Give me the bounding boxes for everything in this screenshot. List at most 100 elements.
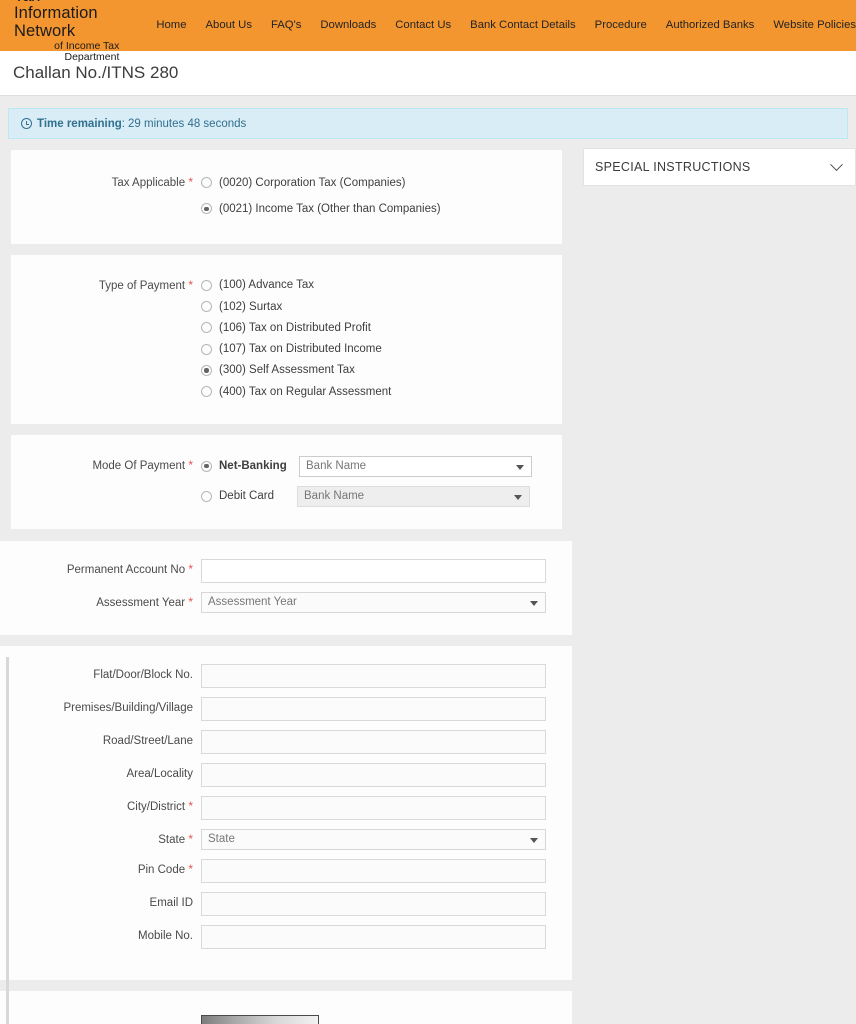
sidebar-column: SPECIAL INSTRUCTIONS bbox=[572, 139, 856, 186]
assessment-year-placeholder: Assessment Year bbox=[208, 596, 297, 609]
address-row: Road/Street/Lane bbox=[0, 729, 572, 754]
chevron-down-icon bbox=[530, 837, 538, 843]
radio-option-advance-tax[interactable]: (100) Advance Tax bbox=[201, 275, 391, 296]
site-logo[interactable]: Tax Information Network of Income Tax De… bbox=[0, 0, 120, 63]
nav-item-home[interactable]: Home bbox=[156, 19, 186, 31]
radio-icon[interactable] bbox=[201, 279, 212, 291]
address-field-label: Email ID bbox=[0, 892, 201, 909]
required-marker: * bbox=[188, 277, 193, 292]
radio-icon-selected[interactable] bbox=[201, 203, 212, 215]
nav-item-procedure[interactable]: Procedure bbox=[595, 19, 647, 31]
brand-secondary-title: of Income Tax Department bbox=[54, 39, 120, 63]
radio-option-tax-on-regular-assessment[interactable]: (400) Tax on Regular Assessment bbox=[201, 381, 391, 402]
session-timer-banner: Time remaining: 29 minutes 48 seconds bbox=[8, 108, 848, 139]
address-field-label-text: Mobile No. bbox=[138, 929, 193, 942]
chevron-down-icon bbox=[514, 494, 522, 500]
tax-applicable-options: (0020) Corporation Tax (Companies) (0021… bbox=[201, 172, 441, 220]
radio-option-corporation-tax[interactable]: (0020) Corporation Tax (Companies) bbox=[201, 172, 441, 193]
radio-option-self-assessment-tax[interactable]: (300) Self Assessment Tax bbox=[201, 360, 391, 381]
radio-option-label: (400) Tax on Regular Assessment bbox=[219, 385, 392, 398]
address-field-label: Mobile No. bbox=[0, 925, 201, 942]
required-marker: * bbox=[188, 561, 193, 576]
pan-assessment-card: Permanent Account No * Assessment Year *… bbox=[0, 540, 572, 635]
address-field-label-text: Area/Locality bbox=[126, 767, 193, 780]
clock-icon bbox=[21, 118, 32, 129]
special-instructions-accordion[interactable]: SPECIAL INSTRUCTIONS bbox=[583, 148, 856, 186]
nav-item-downloads[interactable]: Downloads bbox=[320, 19, 376, 31]
radio-option-tax-on-distributed-profit[interactable]: (106) Tax on Distributed Profit bbox=[201, 317, 391, 338]
address-row: State * State bbox=[0, 828, 572, 850]
radio-icon[interactable] bbox=[201, 386, 212, 398]
mode-of-payment-label-text: Mode Of Payment bbox=[92, 460, 186, 473]
address-field-input[interactable] bbox=[201, 663, 546, 688]
required-marker: * bbox=[188, 831, 193, 846]
address-field-input[interactable] bbox=[201, 696, 546, 721]
radio-icon[interactable] bbox=[201, 343, 212, 355]
address-field-input[interactable] bbox=[201, 924, 546, 949]
page-body: Time remaining: 29 minutes 48 seconds Ta… bbox=[0, 96, 856, 1024]
nav-item-about-us[interactable]: About Us bbox=[206, 19, 252, 31]
nav-item-website-policies[interactable]: Website Policies bbox=[773, 19, 856, 31]
nav-item-bank-contact-details[interactable]: Bank Contact Details bbox=[470, 19, 576, 31]
address-field-label-text: Road/Street/Lane bbox=[102, 734, 193, 747]
radio-option-label: (0020) Corporation Tax (Companies) bbox=[219, 176, 406, 189]
timer-value: 29 minutes 48 seconds bbox=[128, 117, 247, 130]
nav-item-contact-us[interactable]: Contact Us bbox=[395, 19, 451, 31]
timer-label: Time remaining bbox=[37, 117, 122, 130]
address-field-label-text: Premises/Building/Village bbox=[63, 701, 193, 714]
radio-icon[interactable] bbox=[201, 177, 212, 189]
captcha-image: PFWR7 bbox=[201, 1014, 319, 1024]
assessment-year-select[interactable]: Assessment Year bbox=[201, 591, 546, 613]
required-marker: * bbox=[188, 798, 193, 813]
radio-option-surtax[interactable]: (102) Surtax bbox=[201, 296, 391, 317]
radio-icon-selected[interactable] bbox=[201, 364, 212, 376]
address-field-input[interactable] bbox=[201, 891, 546, 916]
radio-icon[interactable] bbox=[201, 490, 212, 502]
address-card: Flat/Door/Block No. Premises/Building/Vi… bbox=[0, 645, 572, 980]
address-field-input[interactable] bbox=[201, 762, 546, 787]
address-field-label-text: Flat/Door/Block No. bbox=[93, 668, 193, 681]
radio-icon-selected[interactable] bbox=[201, 460, 212, 472]
debitcard-bank-select[interactable]: Bank Name bbox=[297, 485, 530, 507]
radio-icon[interactable] bbox=[201, 301, 212, 313]
address-field-input[interactable] bbox=[201, 729, 546, 754]
scroll-rail bbox=[6, 657, 9, 1024]
address-row: Email ID bbox=[0, 891, 572, 916]
pan-label: Permanent Account No * bbox=[0, 559, 201, 576]
chevron-down-icon[interactable] bbox=[830, 157, 843, 171]
radio-option-debit-card[interactable]: Debit Card bbox=[201, 486, 299, 507]
required-marker: * bbox=[188, 175, 193, 189]
radio-option-income-tax[interactable]: (0021) Income Tax (Other than Companies) bbox=[201, 198, 441, 219]
debitcard-bank-placeholder: Bank Name bbox=[304, 490, 365, 503]
address-row: City/District * bbox=[0, 795, 572, 820]
type-of-payment-card: Type of Payment * (100) Advance Tax (102… bbox=[11, 254, 562, 425]
required-marker: * bbox=[188, 594, 193, 609]
state-select-value: State bbox=[208, 833, 235, 846]
address-row: Mobile No. bbox=[0, 924, 572, 949]
page-title-bar: Challan No./ITNS 280 bbox=[0, 51, 856, 96]
pan-input[interactable] bbox=[201, 558, 546, 583]
radio-option-label: (100) Advance Tax bbox=[219, 279, 315, 292]
assessment-year-label-text: Assessment Year bbox=[96, 596, 186, 609]
radio-option-label: (0021) Income Tax (Other than Companies) bbox=[219, 202, 441, 215]
address-field-list: Flat/Door/Block No. Premises/Building/Vi… bbox=[0, 663, 572, 949]
radio-option-label: (106) Tax on Distributed Profit bbox=[219, 321, 371, 334]
radio-option-label: (107) Tax on Distributed Income bbox=[219, 343, 382, 356]
radio-option-tax-on-distributed-income[interactable]: (107) Tax on Distributed Income bbox=[201, 338, 391, 359]
required-marker: * bbox=[188, 861, 193, 876]
nav-item-faqs[interactable]: FAQ's bbox=[271, 19, 301, 31]
nav-item-authorized-banks[interactable]: Authorized Banks bbox=[666, 19, 755, 31]
form-column: Tax Applicable * (0020) Corporation Tax … bbox=[0, 139, 572, 1024]
site-header: Tax Information Network of Income Tax De… bbox=[0, 0, 856, 62]
radio-option-net-banking[interactable]: Net-Banking bbox=[201, 455, 299, 476]
type-of-payment-label-text: Type of Payment bbox=[98, 279, 186, 292]
address-row: Flat/Door/Block No. bbox=[0, 663, 572, 688]
mode-of-payment-card: Mode Of Payment * Net-Banking Bank Name bbox=[11, 435, 562, 529]
address-field-input[interactable] bbox=[201, 795, 546, 820]
required-marker: * bbox=[188, 458, 193, 473]
netbanking-bank-select[interactable]: Bank Name bbox=[299, 455, 532, 477]
radio-icon[interactable] bbox=[201, 322, 212, 334]
state-select[interactable]: State bbox=[201, 828, 546, 850]
address-field-label: Area/Locality bbox=[0, 763, 201, 780]
address-field-input[interactable] bbox=[201, 858, 546, 883]
